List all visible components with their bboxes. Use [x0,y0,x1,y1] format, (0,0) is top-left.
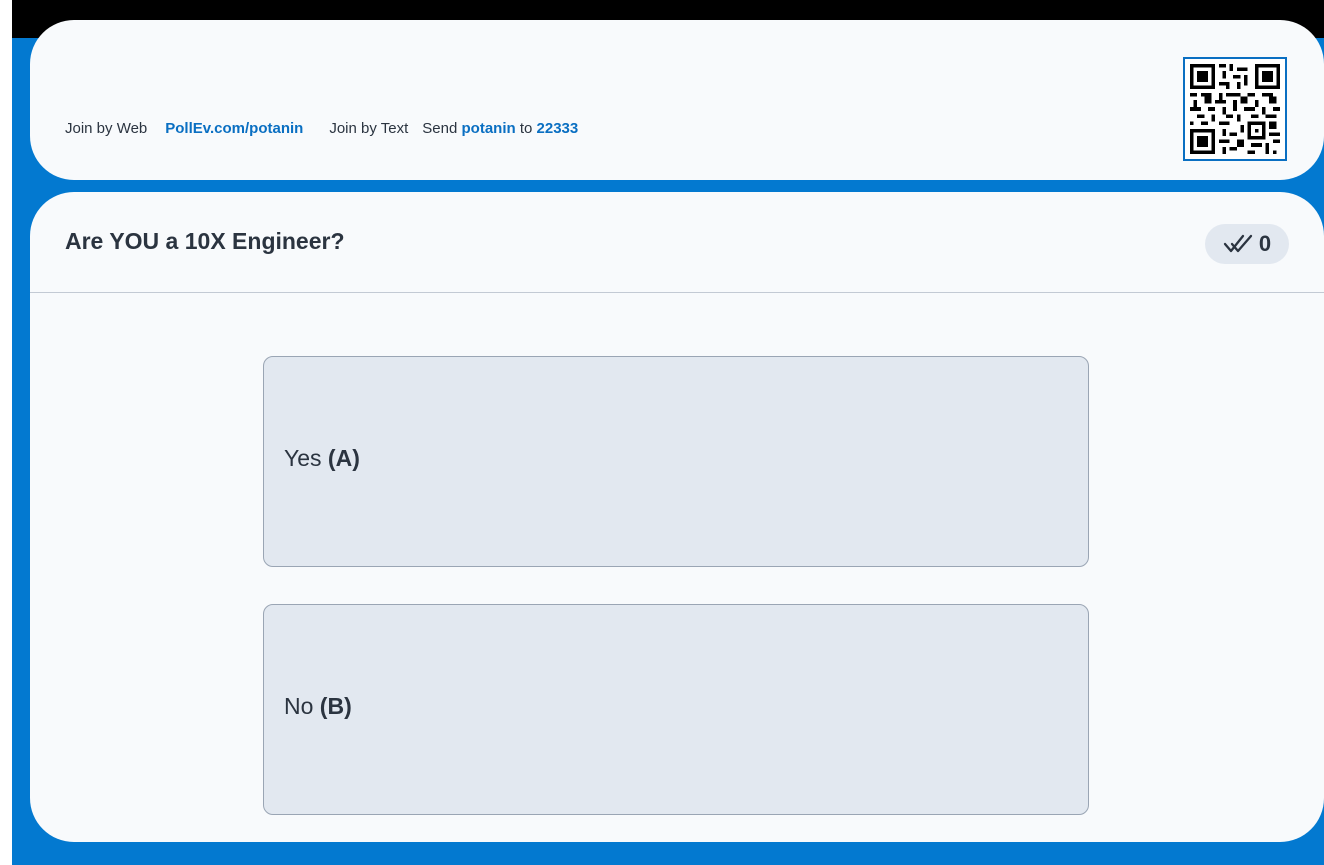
join-web-link[interactable]: PollEv.com/potanin [165,120,303,137]
join-keyword: potanin [461,120,516,137]
option-label: No (B) [284,693,352,720]
send-word: Send [422,120,458,137]
join-number: 22333 [536,120,579,137]
join-card: Join by Web PollEv.com/potanin Join by Tex… [30,20,1324,180]
double-check-icon [1223,234,1253,253]
option-label: Yes (A) [284,445,360,472]
qr-code-graphic [1190,64,1280,154]
app-frame: Join by Web PollEv.com/potanin Join by Tex… [12,0,1324,865]
option-text: No [284,693,314,719]
option-a[interactable]: Yes (A) [263,356,1089,567]
option-letter: (A) [327,445,360,471]
join-instructions: Join by Web PollEv.com/potanin Join by Tex… [65,120,578,137]
poll-title: Are YOU a 10X Engineer? [65,228,345,254]
option-text: Yes [284,445,322,471]
response-count-badge[interactable]: 0 [1205,224,1289,264]
option-letter: (B) [319,693,352,719]
qr-code-icon[interactable] [1183,57,1287,161]
join-text-label: Join by Text [329,120,409,137]
poll-header: Are YOU a 10X Engineer? 0 [30,192,1324,293]
option-b[interactable]: No (B) [263,604,1089,815]
poll-card: Are YOU a 10X Engineer? 0 Yes (A) No (B) [30,192,1324,842]
to-word: to [519,120,533,137]
join-web-label: Join by Web [65,120,148,137]
response-count: 0 [1258,231,1272,256]
